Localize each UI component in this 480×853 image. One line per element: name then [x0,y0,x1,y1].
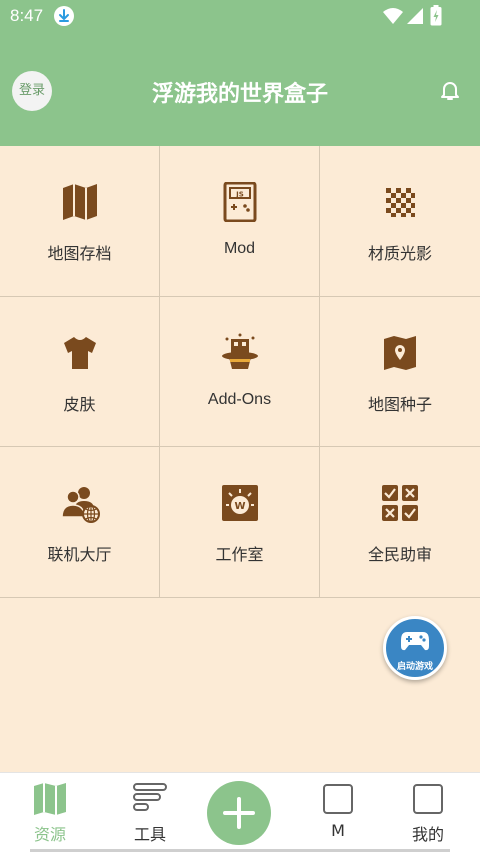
grid-item-map-seed[interactable]: 地图种子 [320,297,480,447]
grid-item-label: 材质光影 [367,244,432,263]
nav-resources[interactable]: 资源 [10,781,90,851]
map-icon [34,783,66,815]
tools-list-icon [133,783,167,811]
svg-text:W: W [234,501,245,512]
js-device-icon: JS [223,182,257,222]
grid-item-label: 工作室 [215,545,264,564]
grid-item-community-review[interactable]: 全民助审 [320,447,480,598]
login-button[interactable]: 登录 [12,71,52,111]
gamepad-icon [401,632,429,651]
status-bar: 8:47 [0,0,480,32]
grid-item-skin[interactable]: 皮肤 [0,297,160,447]
box-icon [323,784,353,814]
multiplayer-icon [61,487,100,523]
grid-item-label: 地图存档 [47,244,112,263]
studio-icon: W [222,485,258,521]
nav-mine-label: 我的 [411,825,444,844]
grid-item-texture-shader[interactable]: 材质光影 [320,146,480,297]
shirt-icon [64,337,96,369]
grid-item-label: Mod [223,240,256,257]
nav-tools-label: 工具 [133,825,166,844]
svg-text:JS: JS [235,191,244,199]
nav-m[interactable]: M [298,781,378,851]
map-icon [63,184,97,220]
download-icon [54,6,74,26]
resource-grid: 地图存档 JS Mod 材质光影 皮肤 Add-Ons 地图种子 联机大厅 W … [0,146,480,598]
status-time: 8:47 [10,6,44,25]
home-indicator [30,849,450,852]
checker-texture-icon [386,188,415,217]
wifi-icon [383,8,403,24]
page-title: 浮游我的世界盒子 [151,82,328,107]
grid-item-label: Add-Ons [207,391,272,408]
nav-resources-label: 资源 [33,825,66,844]
profile-icon [413,784,443,814]
nav-m-label: M [331,821,345,840]
cellular-icon [407,8,423,24]
bell-icon[interactable] [438,78,462,102]
launch-game-button[interactable]: 启动游戏 [383,616,447,680]
grid-item-studio[interactable]: W 工作室 [160,447,320,598]
nav-mine[interactable]: 我的 [388,781,468,851]
grid-item-label: 地图种子 [367,395,432,414]
grid-item-map-archive[interactable]: 地图存档 [0,146,160,297]
top-bar: 8:47 登录 浮游我的世界盒子 [0,0,480,146]
grid-item-mod[interactable]: JS Mod [160,146,320,297]
battery-icon [430,5,442,26]
add-button[interactable] [207,781,271,845]
plus-icon [223,797,255,829]
bottom-nav: 资源 工具 M 我的 [0,772,480,853]
grid-item-add-ons[interactable]: Add-Ons [160,297,320,447]
grid-item-label: 全民助审 [367,545,432,564]
map-seed-icon [384,336,416,370]
grid-item-label: 联机大厅 [47,545,112,564]
grid-item-label: 皮肤 [63,395,96,414]
magic-hat-icon [222,333,258,369]
review-checklist-icon [382,485,418,521]
launch-game-label: 启动游戏 [396,662,433,672]
nav-tools[interactable]: 工具 [110,781,190,851]
grid-item-multiplayer-lobby[interactable]: 联机大厅 [0,447,160,598]
